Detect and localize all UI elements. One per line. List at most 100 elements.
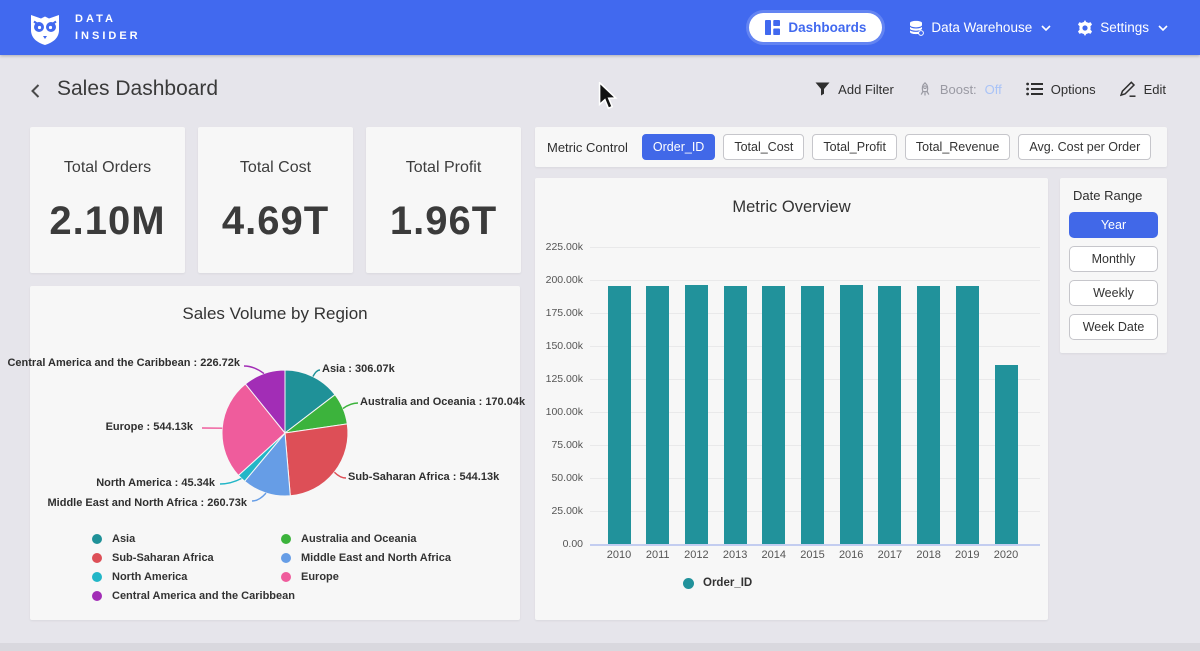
- metric-option-total-profit[interactable]: Total_Profit: [812, 134, 897, 160]
- bar-2010[interactable]: [608, 286, 631, 544]
- nav-data-warehouse-label: Data Warehouse: [931, 20, 1032, 35]
- date-range-option-monthly[interactable]: Monthly: [1069, 246, 1158, 272]
- y-axis-tick: 225.00k: [535, 241, 583, 253]
- date-range-option-weekly[interactable]: Weekly: [1069, 280, 1158, 306]
- x-axis-baseline: [590, 544, 1040, 546]
- add-filter-button[interactable]: Add Filter: [815, 82, 894, 97]
- pie-label-australia-oceania: Australia and Oceania : 170.04k: [360, 396, 525, 408]
- x-axis-tick: 2014: [754, 549, 794, 561]
- legend-dot: [92, 591, 102, 601]
- x-axis-tick: 2013: [715, 549, 755, 561]
- add-filter-label: Add Filter: [838, 82, 894, 97]
- pie-legend-middle-east-north-africa[interactable]: Middle East and North Africa: [281, 552, 451, 564]
- bar-2020[interactable]: [995, 365, 1018, 544]
- nav-settings-label: Settings: [1100, 20, 1149, 35]
- y-axis-tick: 125.00k: [535, 373, 583, 385]
- legend-dot: [92, 553, 102, 563]
- options-button[interactable]: Options: [1026, 82, 1096, 97]
- chevron-down-icon: [1041, 25, 1051, 31]
- bottom-strip: [0, 643, 1200, 651]
- pie-leader-line: [252, 493, 266, 501]
- kpi-value: 2.10M: [30, 199, 185, 244]
- y-axis-tick: 0.00: [535, 538, 583, 550]
- brand-line-2: INSIDER: [75, 28, 141, 45]
- pie-label-asia: Asia : 306.07k: [322, 363, 395, 375]
- pie-legend-australia-oceania[interactable]: Australia and Oceania: [281, 533, 417, 545]
- owl-logo-icon: [26, 9, 64, 47]
- kpi-label: Total Cost: [198, 159, 353, 177]
- edit-pencil-icon: [1120, 81, 1136, 97]
- bar-2011[interactable]: [646, 286, 669, 544]
- pie-legend-sub-saharan-africa[interactable]: Sub-Saharan Africa: [92, 552, 214, 564]
- pie-chart: [30, 286, 520, 620]
- kpi-card-total-profit: Total Profit 1.96T: [366, 127, 521, 273]
- x-axis-tick: 2015: [793, 549, 833, 561]
- bar-2016[interactable]: [840, 285, 863, 544]
- y-axis-tick: 175.00k: [535, 307, 583, 319]
- page-title: Sales Dashboard: [57, 77, 218, 101]
- pie-leader-line: [334, 472, 346, 478]
- back-button[interactable]: [26, 81, 46, 101]
- brand-line-1: DATA: [75, 11, 141, 28]
- bar-2014[interactable]: [762, 286, 785, 544]
- pie-legend-north-america[interactable]: North America: [92, 571, 187, 583]
- y-axis-tick: 50.00k: [535, 472, 583, 484]
- x-axis-tick: 2020: [986, 549, 1026, 561]
- x-axis-tick: 2017: [870, 549, 910, 561]
- kpi-card-total-cost: Total Cost 4.69T: [198, 127, 353, 273]
- kpi-label: Total Profit: [366, 159, 521, 177]
- gridline: [590, 247, 1040, 248]
- pie-slice-2[interactable]: [285, 424, 348, 496]
- metric-option-order-id[interactable]: Order_ID: [642, 134, 715, 160]
- x-axis-tick: 2010: [599, 549, 639, 561]
- date-range-label: Date Range: [1060, 188, 1167, 203]
- pie-label-sub-saharan-africa: Sub-Saharan Africa : 544.13k: [348, 471, 499, 483]
- nav-settings[interactable]: Settings: [1077, 20, 1168, 36]
- database-icon: [908, 20, 924, 36]
- sales-dashboard-screen: DATA INSIDER Dashboards Data Wa: [0, 0, 1200, 651]
- bar-2017[interactable]: [878, 286, 901, 544]
- pie-leader-line: [244, 366, 264, 374]
- legend-dot-order-id: [683, 578, 694, 589]
- bar-2012[interactable]: [685, 285, 708, 544]
- metric-option-total-revenue[interactable]: Total_Revenue: [905, 134, 1010, 160]
- nav-dashboards-button[interactable]: Dashboards: [749, 13, 882, 42]
- bar-chart-plot-area: 0.0025.00k50.00k75.00k100.00k125.00k150.…: [535, 178, 1048, 620]
- edit-label: Edit: [1144, 82, 1166, 97]
- metric-control-strip: Metric Control Order_ID Total_Cost Total…: [535, 127, 1167, 167]
- y-axis-tick: 150.00k: [535, 340, 583, 352]
- edit-button[interactable]: Edit: [1120, 81, 1166, 97]
- boost-toggle[interactable]: Boost: Off: [918, 82, 1002, 97]
- date-range-option-year[interactable]: Year: [1069, 212, 1158, 238]
- bar-2018[interactable]: [917, 286, 940, 544]
- metric-option-avg-cost-per-order[interactable]: Avg. Cost per Order: [1018, 134, 1151, 160]
- pie-legend-central-america-caribbean[interactable]: Central America and the Caribbean: [92, 590, 295, 602]
- bar-2019[interactable]: [956, 286, 979, 545]
- kpi-label: Total Orders: [30, 159, 185, 177]
- x-axis-tick: 2018: [909, 549, 949, 561]
- pie-legend-europe[interactable]: Europe: [281, 571, 339, 583]
- pie-leader-line: [313, 370, 320, 377]
- metric-option-total-cost[interactable]: Total_Cost: [723, 134, 804, 160]
- dashboards-grid-icon: [765, 20, 780, 35]
- nav-data-warehouse[interactable]: Data Warehouse: [908, 20, 1051, 36]
- x-axis-tick: 2011: [638, 549, 678, 561]
- brand-logo[interactable]: DATA INSIDER: [26, 9, 141, 47]
- legend-dot: [92, 534, 102, 544]
- options-label: Options: [1051, 82, 1096, 97]
- x-axis-tick: 2016: [831, 549, 871, 561]
- bar-2015[interactable]: [801, 286, 824, 544]
- pie-legend-asia[interactable]: Asia: [92, 533, 135, 545]
- bar-2013[interactable]: [724, 286, 747, 544]
- pie-label-europe: Europe : 544.13k: [106, 421, 193, 433]
- bar-chart-legend[interactable]: Order_ID: [683, 577, 752, 589]
- filter-funnel-icon: [815, 82, 830, 96]
- legend-label: Order_ID: [703, 577, 752, 589]
- y-axis-tick: 100.00k: [535, 406, 583, 418]
- chevron-down-icon: [1158, 25, 1168, 31]
- top-navigation-bar: DATA INSIDER Dashboards Data Wa: [0, 0, 1200, 55]
- pie-label-central-america-caribbean: Central America and the Caribbean : 226.…: [7, 357, 240, 369]
- options-list-icon: [1026, 82, 1043, 96]
- date-range-option-week-date[interactable]: Week Date: [1069, 314, 1158, 340]
- y-axis-tick: 200.00k: [535, 274, 583, 286]
